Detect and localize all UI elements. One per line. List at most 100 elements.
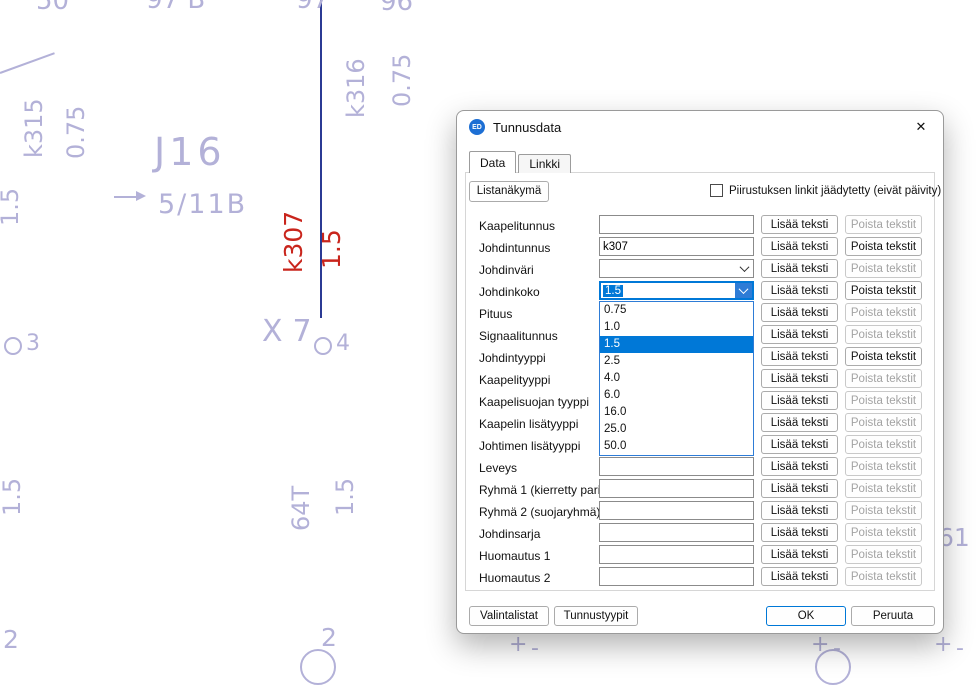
field-label: Kaapelisuojan tyyppi: [479, 395, 589, 409]
add-text-button[interactable]: Lisää teksti: [761, 457, 838, 476]
form-row: Ryhmä 2 (suojaryhmä) Lisää teksti Poista t…: [457, 501, 943, 523]
text-field[interactable]: [599, 523, 754, 542]
add-text-button[interactable]: Lisää teksti: [761, 325, 838, 344]
dropdown-option[interactable]: 4.0: [600, 370, 753, 387]
add-text-button[interactable]: Lisää teksti: [761, 347, 838, 366]
field-label: Johdinväri: [479, 263, 534, 277]
chevron-down-icon[interactable]: [735, 283, 752, 298]
freeze-links-checkbox[interactable]: [710, 184, 723, 197]
text-field[interactable]: [599, 457, 754, 476]
field-label: Ryhmä 1 (kierretty pari): [479, 483, 604, 497]
chevron-down-icon[interactable]: [736, 260, 753, 277]
add-text-button[interactable]: Lisää teksti: [761, 391, 838, 410]
field-label: Huomautus 2: [479, 571, 550, 585]
add-text-button[interactable]: Lisää teksti: [761, 237, 838, 256]
cancel-button[interactable]: Peruuta: [851, 606, 935, 626]
text-field[interactable]: [599, 479, 754, 498]
drawing-text: -: [531, 638, 539, 660]
drawing-text: -: [833, 638, 841, 660]
add-text-button[interactable]: Lisää teksti: [761, 281, 838, 300]
dropdown-option[interactable]: 16.0: [600, 404, 753, 421]
text-field[interactable]: [599, 237, 754, 256]
form-row: LeveysLisää tekstiPoista tekstit: [457, 457, 943, 479]
dropdown-option[interactable]: 50.0: [600, 438, 753, 455]
remove-text-button[interactable]: Poista tekstit: [845, 347, 922, 366]
add-text-button[interactable]: Lisää teksti: [761, 545, 838, 564]
remove-text-button: Poista tekstit: [845, 413, 922, 432]
add-text-button[interactable]: Lisää teksti: [761, 523, 838, 542]
drawing-text: 1.5: [0, 468, 24, 516]
drawing-text: +: [811, 634, 829, 656]
text-field[interactable]: [599, 501, 754, 520]
add-text-button[interactable]: Lisää teksti: [761, 501, 838, 520]
field-label: Johdinkoko: [479, 285, 540, 299]
add-text-button[interactable]: Lisää teksti: [761, 259, 838, 278]
drawing-text: 1.5: [333, 470, 357, 516]
tab-strip: Data Linkki: [469, 151, 573, 173]
field-label: Johdinsarja: [479, 527, 540, 541]
text-field[interactable]: [599, 545, 754, 564]
remove-text-button: Poista tekstit: [845, 303, 922, 322]
drawing-text: k315: [22, 94, 46, 158]
drawing-text: 5/11B: [158, 191, 247, 218]
dialog-titlebar[interactable]: ED Tunnusdata ✕: [457, 111, 943, 143]
bottom-arc-left: [300, 649, 336, 685]
arrow-line: [114, 196, 138, 198]
add-text-button[interactable]: Lisää teksti: [761, 369, 838, 388]
drawing-text: 0.75: [390, 47, 414, 107]
add-text-button[interactable]: Lisää teksti: [761, 567, 838, 586]
add-text-button[interactable]: Lisää teksti: [761, 215, 838, 234]
dropdown-option[interactable]: 6.0: [600, 387, 753, 404]
tab-data[interactable]: Data: [469, 151, 516, 173]
remove-text-button[interactable]: Poista tekstit: [845, 237, 922, 256]
form-row: Ryhmä 1 (kierretty pari) Lisää teksti Pois…: [457, 479, 943, 501]
add-text-button[interactable]: Lisää teksti: [761, 413, 838, 432]
valintalistat-button[interactable]: Valintalistat: [469, 606, 549, 626]
dropdown-option[interactable]: 25.0: [600, 421, 753, 438]
drawing-text: 1.5: [0, 180, 22, 226]
drawing-text: +: [934, 634, 952, 656]
form-row: Huomautus 1Lisää tekstiPoista tekstit: [457, 545, 943, 567]
johdinkoko-dropdown-list[interactable]: 0.751.01.52.54.06.016.025.050.0: [599, 301, 754, 456]
dropdown-option[interactable]: 0.75: [600, 302, 753, 319]
field-label: Johtimen lisätyyppi: [479, 439, 580, 453]
form-row: Johdinväri Lisää teksti Poista tekstit: [457, 259, 943, 281]
dropdown-option[interactable]: 1.5: [600, 336, 753, 353]
remove-text-button: Poista tekstit: [845, 259, 922, 278]
terminal-circle-3: [4, 337, 22, 355]
text-field[interactable]: [599, 567, 754, 586]
remove-text-button: Poista tekstit: [845, 325, 922, 344]
field-label: Ryhmä 2 (suojaryhmä): [479, 505, 600, 519]
drawing-text: 3: [26, 333, 40, 355]
text-field[interactable]: [599, 215, 754, 234]
close-icon[interactable]: ✕: [911, 117, 931, 137]
add-text-button[interactable]: Lisää teksti: [761, 435, 838, 454]
drawing-text: 97 B: [146, 0, 205, 13]
field-label: Pituus: [479, 307, 512, 321]
form-row: Johdinkoko 1.5 Lisää teksti Poista tekstit: [457, 281, 943, 303]
tab-linkki[interactable]: Linkki: [518, 154, 571, 173]
add-text-button[interactable]: Lisää teksti: [761, 303, 838, 322]
drawing-text-red: 1.5: [319, 227, 344, 269]
remove-text-button: Poista tekstit: [845, 501, 922, 520]
combobox-field[interactable]: 1.5: [599, 281, 754, 300]
ok-button[interactable]: OK: [766, 606, 846, 626]
drawing-text: 2: [321, 625, 337, 650]
tunnustyypit-button[interactable]: Tunnustyypit: [554, 606, 638, 626]
dropdown-option[interactable]: 2.5: [600, 353, 753, 370]
drawing-text: 4: [336, 333, 350, 355]
drawing-diagonal-line: [0, 52, 55, 74]
combobox-field[interactable]: [599, 259, 754, 278]
remove-text-button[interactable]: Poista tekstit: [845, 281, 922, 300]
field-label: Johdintyyppi: [479, 351, 546, 365]
form-row: Johdinsarja Lisää teksti Poista tekstit: [457, 523, 943, 545]
remove-text-button: Poista tekstit: [845, 523, 922, 542]
remove-text-button: Poista tekstit: [845, 479, 922, 498]
drawing-text: J16: [154, 133, 226, 171]
wire-line-vertical: [320, 0, 322, 318]
dialog-title: Tunnusdata: [493, 120, 561, 135]
dropdown-option[interactable]: 1.0: [600, 319, 753, 336]
list-view-button[interactable]: Listanäkymä: [469, 181, 549, 202]
add-text-button[interactable]: Lisää teksti: [761, 479, 838, 498]
form-row: JohdintunnusLisää tekstiPoista tekstit: [457, 237, 943, 259]
